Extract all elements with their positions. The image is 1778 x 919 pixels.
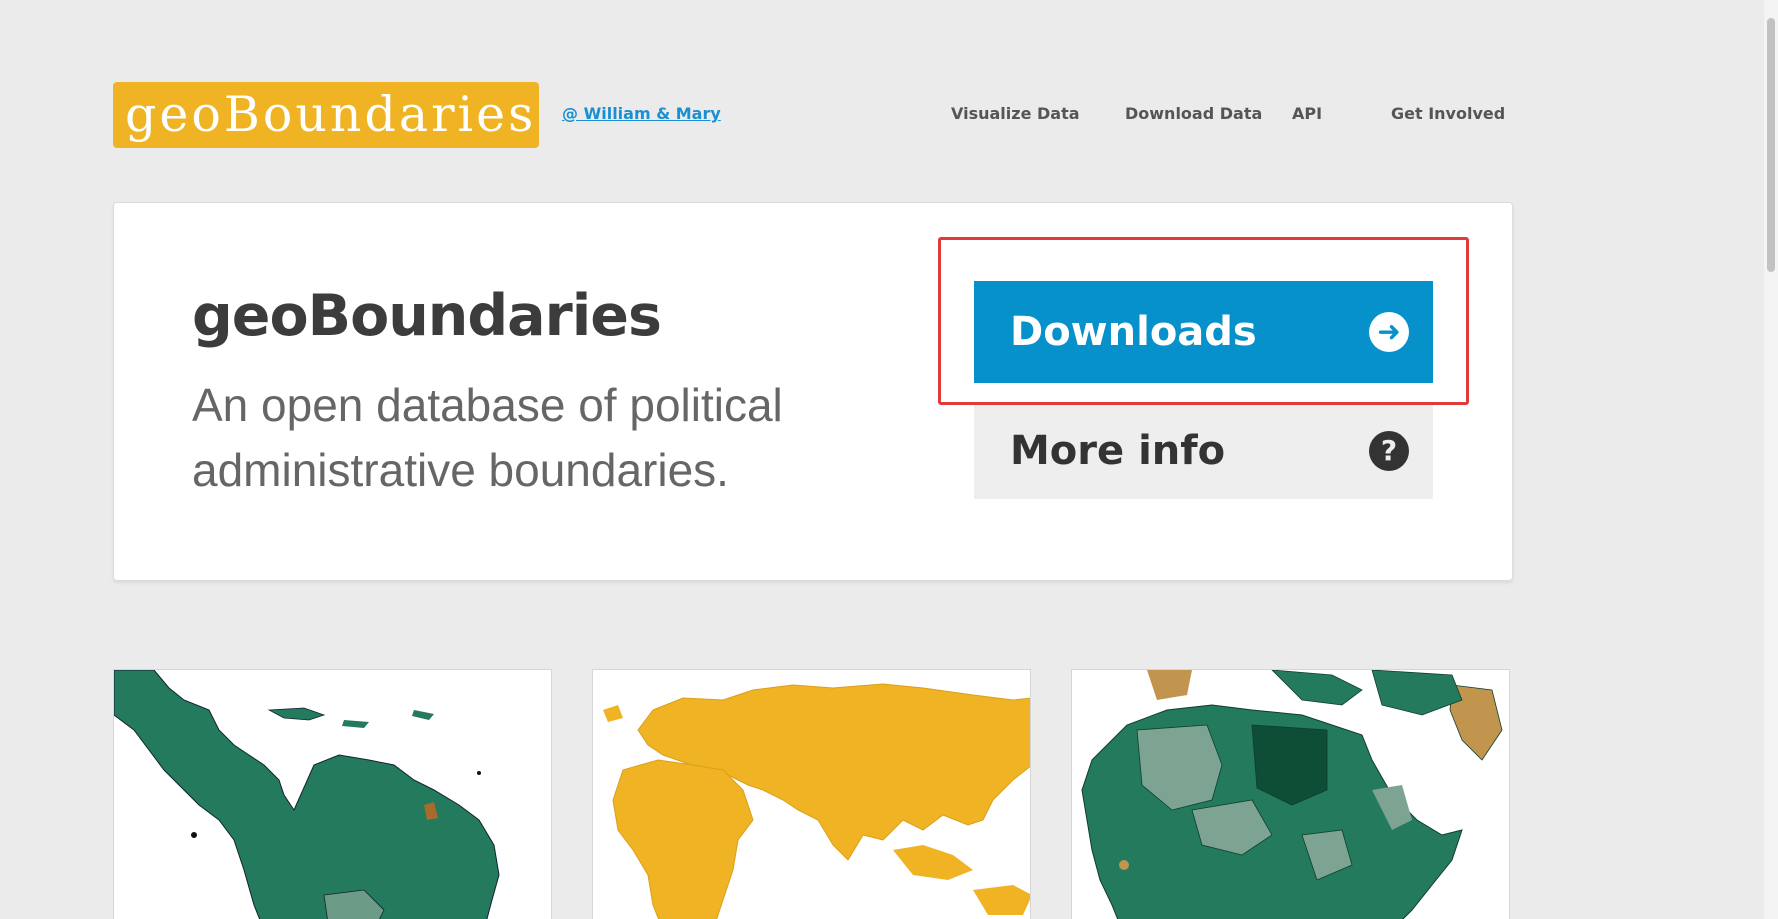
scrollbar-thumb[interactable] bbox=[1767, 18, 1775, 272]
nav-get-involved[interactable]: Get Involved bbox=[1391, 104, 1505, 123]
hero-subtitle: An open database of political administra… bbox=[192, 379, 783, 496]
nav-visualize-data[interactable]: Visualize Data bbox=[951, 104, 1080, 123]
more-info-label: More info bbox=[1010, 428, 1226, 474]
site-logo[interactable]: geoBoundaries bbox=[113, 82, 539, 148]
map-thumbnail-eurasia-africa[interactable] bbox=[592, 669, 1031, 919]
africa-map-image bbox=[1072, 670, 1509, 919]
page-scrollbar[interactable] bbox=[1764, 0, 1778, 919]
question-circle-icon: ? bbox=[1369, 431, 1409, 471]
map-thumbnail-africa-middle-east[interactable] bbox=[1071, 669, 1510, 919]
map-thumbnail-americas[interactable] bbox=[113, 669, 552, 919]
nav-download-data[interactable]: Download Data bbox=[1125, 104, 1262, 123]
eurasia-map-image bbox=[593, 670, 1030, 919]
hero-title: geoBoundaries bbox=[192, 283, 662, 349]
affiliation-link[interactable]: @ William & Mary bbox=[562, 104, 721, 123]
more-info-button[interactable]: More info ? bbox=[974, 403, 1433, 499]
americas-map-image bbox=[114, 670, 551, 919]
downloads-highlight-box bbox=[938, 237, 1469, 405]
nav-api[interactable]: API bbox=[1292, 104, 1322, 123]
